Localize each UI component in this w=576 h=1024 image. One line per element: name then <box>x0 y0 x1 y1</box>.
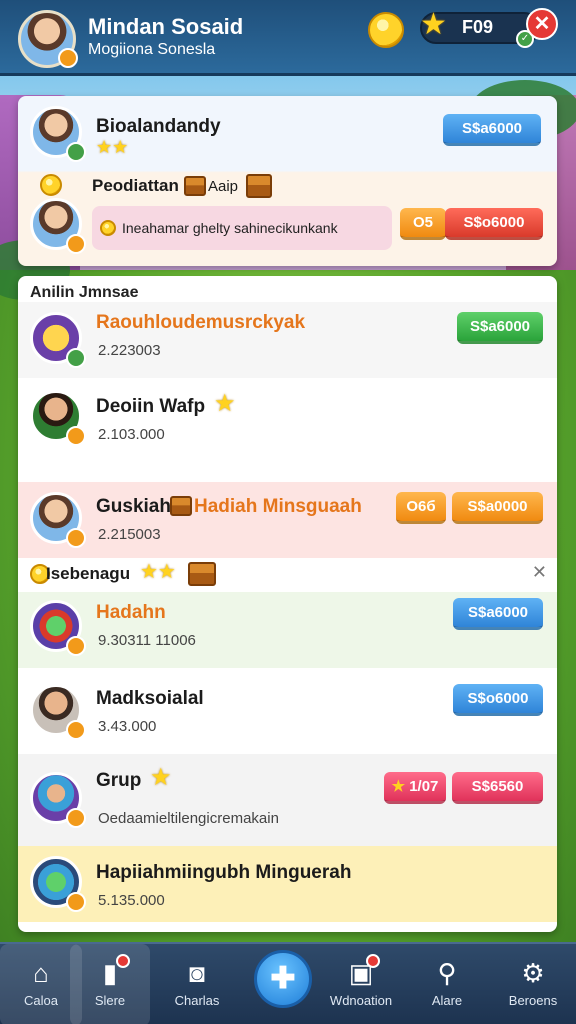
nav-settings[interactable]: ⚙ Beroens <box>492 944 574 1024</box>
chest-icon <box>170 496 192 516</box>
player-amount: 5.135.000 <box>98 892 165 909</box>
notification-dot <box>116 954 130 968</box>
claim-button[interactable]: S$a0000 <box>452 492 543 524</box>
star-icon: ★★ <box>140 561 176 583</box>
list-item[interactable]: Madksoialal 3.43.000 S$o6000 <box>18 668 557 754</box>
add-button[interactable]: ✚ <box>254 950 312 1008</box>
star-icon: ★ <box>420 8 447 41</box>
section-divider: Isebenagu ★★ ✕ <box>18 558 557 592</box>
list-item[interactable]: Raouhloudemusrckyak 2.223003 S$a6000 <box>18 302 557 378</box>
small-action-button[interactable]: O6б <box>396 492 446 524</box>
online-badge-icon <box>66 348 86 368</box>
level-badge-icon <box>66 720 86 740</box>
player-name: Hapiiahmiingubh Minguerah <box>96 862 352 883</box>
nav-charts[interactable]: ◙ Charlas <box>156 944 238 1024</box>
claim-button[interactable]: S$a6000 <box>457 312 543 344</box>
search-icon: ⚲ <box>437 958 457 988</box>
message-bubble: Ineahamar ghelty sahinecikunkank <box>92 206 392 250</box>
star-icon: ★ <box>150 764 172 791</box>
nav-search[interactable]: ⚲ Alare <box>406 944 488 1024</box>
star-icon: ★ <box>391 778 406 795</box>
nav-stats[interactable]: ▮ Slere <box>70 944 150 1024</box>
level-badge-icon <box>58 48 78 68</box>
list-item: Peodiattan Aaip Ineahamar ghelty sahinec… <box>18 172 557 266</box>
star-icon: ★★ <box>96 137 129 157</box>
player-name: Bioalandandy <box>96 116 221 137</box>
chest-icon <box>246 174 272 198</box>
chest-icon <box>188 562 216 586</box>
level-badge-icon <box>66 636 86 656</box>
list-item[interactable]: Hapiiahmiingubh Minguerah 5.135.000 <box>18 846 557 922</box>
coin-icon <box>100 220 116 236</box>
camera-icon: ◙ <box>189 958 205 988</box>
nav-label: Alare <box>431 993 463 1008</box>
small-action-button[interactable]: O5 <box>400 208 446 240</box>
player-amount: 3.43.000 <box>98 718 157 735</box>
divider-title: Isebenagu <box>46 564 131 583</box>
list-item[interactable]: Guskiah Hadiah Minsguaah 2.215003 O6б S$… <box>18 482 557 558</box>
player-name: Deoiin Wafp <box>96 396 206 417</box>
nav-label: Slere <box>94 993 126 1008</box>
section-title: Anilin Jmnsae <box>30 284 139 301</box>
player-name: Grup <box>96 770 142 791</box>
nav-label: Beroens <box>508 993 558 1008</box>
chest-icon <box>184 176 206 196</box>
online-badge-icon <box>66 142 86 162</box>
coin-icon[interactable] <box>368 12 404 48</box>
player-amount: 2.223003 <box>98 342 161 359</box>
player-name: Raouhloudemusrckyak <box>96 312 306 333</box>
nav-label: Charlas <box>174 993 220 1008</box>
player-name: Madksoialal <box>96 688 204 709</box>
currency-counter: F09 <box>462 17 494 37</box>
profile-name: Mindan Sosaid <box>88 14 244 39</box>
claim-button[interactable]: S$o6000 <box>453 684 543 716</box>
button-label: 1/07 <box>409 778 439 795</box>
list-item[interactable]: Deoiin Wafp ★ 2.103.000 <box>18 378 557 482</box>
list-item: Bioalandandy ★★ S$a6000 <box>18 96 557 172</box>
player-amount: 9.30311 11006 <box>98 632 196 649</box>
list-item[interactable]: Hadahn 9.30311 11006 S$a6000 <box>18 592 557 668</box>
close-icon[interactable]: ✕ <box>532 562 547 583</box>
profile-subtitle: Mogiiona Sonesla <box>88 41 216 58</box>
player-amount: Oedaamieltilengicremakain <box>98 810 279 827</box>
level-badge-icon <box>66 426 86 446</box>
small-action-button[interactable]: ★ 1/07 <box>384 772 446 804</box>
star-icon: ★ <box>214 390 236 417</box>
home-icon: ⌂ <box>33 958 49 988</box>
reward-label: Aaip <box>208 178 239 195</box>
player-name: Guskiah <box>96 496 171 517</box>
nav-notification[interactable]: ▣ Wdnoation <box>320 944 402 1024</box>
player-list-panel: Anilin Jmnsae Raouhloudemusrckyak 2.2230… <box>18 276 557 932</box>
nav-label: Wdnoation <box>329 993 393 1008</box>
list-item[interactable]: Grup ★ Oedaamieltilengicremakain ★ 1/07 … <box>18 754 557 846</box>
gear-icon: ⚙ <box>521 958 545 988</box>
player-amount: 2.215003 <box>98 526 161 543</box>
claim-button[interactable]: S$a6000 <box>453 598 543 630</box>
level-badge-icon <box>66 234 86 254</box>
player-name: Peodiattan <box>92 176 179 195</box>
claim-button[interactable]: S$o6000 <box>445 208 543 240</box>
close-button[interactable]: ✕ <box>526 8 558 40</box>
message-text: Ineahamar ghelty sahinecikunkank <box>122 220 338 236</box>
coin-icon <box>40 174 62 196</box>
level-badge-icon <box>66 808 86 828</box>
claim-button[interactable]: S$6560 <box>452 772 543 804</box>
claim-button[interactable]: S$a6000 <box>443 114 541 146</box>
level-badge-icon <box>66 528 86 548</box>
player-name: Hadahn <box>96 602 166 623</box>
reward-label: Hadiah Minsguaah <box>194 496 362 517</box>
player-amount: 2.103.000 <box>98 426 165 443</box>
top-bar: Mindan Sosaid Mogiiona Sonesla ★ F09 ✓ ✕ <box>0 0 576 76</box>
level-badge-icon <box>66 892 86 912</box>
featured-panel: Bioalandandy ★★ S$a6000 Peodiattan Aaip … <box>18 96 557 266</box>
notification-dot <box>366 954 380 968</box>
